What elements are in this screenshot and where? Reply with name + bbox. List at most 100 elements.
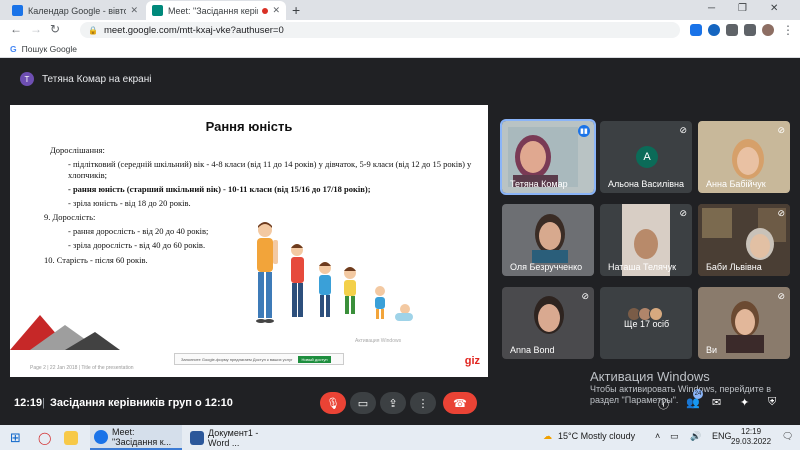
profile-avatar[interactable] bbox=[762, 24, 774, 36]
present-screen-button[interactable]: ⇪ bbox=[380, 392, 406, 414]
activities-icon[interactable]: ✦ bbox=[740, 396, 749, 409]
new-tab-button[interactable]: + bbox=[292, 2, 300, 18]
self-tile[interactable]: ⊘ Ви bbox=[698, 287, 790, 359]
speaking-icon: ▮▮ bbox=[578, 125, 590, 137]
taskbar-app-label: Документ1 - Word ... bbox=[208, 427, 259, 448]
tab-title: Meet: "Засідання керівни... bbox=[168, 5, 258, 16]
word-icon bbox=[190, 430, 204, 445]
chrome-icon bbox=[94, 429, 108, 444]
participant-name: Баби Львівна bbox=[706, 262, 762, 272]
recording-icon bbox=[262, 7, 269, 14]
forward-icon[interactable]: → bbox=[30, 22, 42, 36]
weather-icon: ☁ bbox=[543, 431, 552, 441]
participant-name: Наташа Телячук bbox=[608, 262, 677, 272]
opera-icon[interactable]: ◯ bbox=[38, 425, 51, 450]
mic-off-icon: ⊘ bbox=[679, 125, 687, 135]
participant-name: Анна Бабійчук bbox=[706, 179, 766, 189]
tab-calendar[interactable]: Календар Google - вівторок, 29... ✕ bbox=[6, 1, 144, 20]
browser-tabstrip: Календар Google - вівторок, 29... ✕ Meet… bbox=[0, 0, 800, 20]
participant-tile[interactable]: Оля Безручченко bbox=[502, 204, 594, 276]
participant-tile[interactable]: ⊘ Anna Bond bbox=[502, 287, 594, 359]
slide-line: - підлітковий (середній шкільний) вік - … bbox=[68, 159, 472, 180]
extension-icon[interactable] bbox=[708, 24, 720, 36]
menu-icon[interactable]: ⋮ bbox=[782, 23, 794, 37]
file-explorer-icon[interactable] bbox=[64, 425, 82, 450]
more-options-button[interactable]: ⋮ bbox=[410, 392, 436, 414]
end-call-button[interactable]: ☎ bbox=[443, 392, 477, 414]
bookmarks-bar: G Пошук Google bbox=[0, 40, 800, 58]
reload-icon[interactable]: ↻ bbox=[50, 22, 60, 36]
person-baby bbox=[395, 304, 413, 321]
slide-activation-text: Активация Windows bbox=[355, 338, 402, 344]
participant-tile[interactable]: ⊘ Наташа Телячук bbox=[600, 204, 692, 276]
activation-heading: Активация Windows bbox=[590, 369, 710, 384]
mic-off-icon: ⊘ bbox=[581, 291, 589, 301]
participant-tile[interactable]: ▮▮ Тетяна Комар bbox=[500, 119, 596, 195]
puzzle-icon[interactable] bbox=[726, 24, 738, 36]
host-controls-icon[interactable]: ⛨ bbox=[768, 396, 776, 409]
notifications-icon[interactable]: 🗨 bbox=[782, 431, 793, 442]
slide-line: - рання юність (старший шкільний вік) - … bbox=[68, 184, 371, 194]
person-teen bbox=[291, 244, 304, 317]
network-icon[interactable]: ▭ bbox=[670, 431, 679, 442]
address-bar[interactable]: 🔒 meet.google.com/mtt-kxaj-vke?authuser=… bbox=[80, 22, 680, 38]
sidebar-icon[interactable] bbox=[744, 24, 756, 36]
participant-name: Ви bbox=[706, 345, 718, 355]
person-kid bbox=[344, 267, 356, 314]
close-icon[interactable]: ✕ bbox=[130, 5, 138, 16]
lock-icon: 🔒 bbox=[88, 25, 98, 35]
notice-text: Заполните Google-форму предлагаем Доступ… bbox=[181, 356, 293, 362]
tab-meet[interactable]: Meet: "Засідання керівни... ✕ bbox=[146, 1, 286, 20]
growth-illustration bbox=[256, 222, 331, 323]
taskbar-clock[interactable]: 12:19 29.03.2022 bbox=[731, 427, 771, 447]
presenter-bar: Т Тетяна Комар на екрані bbox=[0, 66, 800, 92]
more-participants-tile[interactable]: Ще 17 осіб bbox=[600, 287, 692, 359]
taskbar-app-word[interactable]: Документ1 - Word ... bbox=[186, 425, 276, 450]
tray-expand-icon[interactable]: ˄ bbox=[655, 431, 660, 441]
windows-taskbar: ⊞ ◯ Meet: "Засідання к... Документ1 - Wo… bbox=[0, 425, 800, 450]
participant-video bbox=[726, 301, 764, 353]
taskbar-app-label: Meet: "Засідання к... bbox=[112, 426, 172, 447]
bookmark-google-search[interactable]: Пошук Google bbox=[22, 44, 77, 54]
close-icon[interactable]: ✕ bbox=[272, 5, 280, 16]
taskbar-time: 12:19 bbox=[741, 427, 762, 436]
participant-tile[interactable]: ⊘ Анна Бабійчук bbox=[698, 121, 790, 193]
participant-tile[interactable]: ⊘ Баби Львівна bbox=[698, 204, 790, 276]
notice-button: Новый доступ bbox=[298, 355, 331, 363]
chat-icon[interactable]: ✉ bbox=[712, 396, 721, 409]
mic-off-icon: ⊘ bbox=[777, 291, 785, 301]
presenter-avatar: Т bbox=[20, 72, 34, 86]
growth-illustration-kids bbox=[344, 267, 413, 321]
back-icon[interactable]: ← bbox=[10, 22, 22, 36]
restore-icon[interactable]: ❐ bbox=[738, 3, 747, 14]
mic-off-button[interactable]: 🎙 bbox=[320, 392, 346, 414]
volume-icon[interactable]: 🔊 bbox=[690, 431, 701, 442]
more-participants-label: Ще 17 осіб bbox=[624, 319, 670, 329]
cast-icon[interactable] bbox=[690, 24, 702, 36]
slide-footer: Page 2 | 22 Jan 2018 | Title of the pres… bbox=[30, 365, 134, 371]
windows-start-icon[interactable]: ⊞ bbox=[10, 425, 21, 450]
participant-name: Anna Bond bbox=[510, 345, 555, 355]
people-count-badge: 24 bbox=[693, 389, 703, 399]
info-icon[interactable]: ⓘ bbox=[658, 396, 669, 412]
google-icon: G bbox=[10, 43, 17, 54]
mic-off-icon: ⊘ bbox=[777, 208, 785, 218]
language-indicator[interactable]: ENG bbox=[712, 431, 732, 441]
calendar-icon bbox=[12, 5, 23, 16]
participant-avatar: А bbox=[636, 146, 658, 168]
slide-line: - зріла юність - від 18 до 20 років. bbox=[68, 198, 191, 208]
giz-logo: giz bbox=[464, 355, 480, 367]
close-window-icon[interactable]: ✕ bbox=[770, 3, 778, 14]
participant-name: Тетяна Комар bbox=[510, 179, 568, 189]
minimize-icon[interactable]: ─ bbox=[708, 3, 715, 14]
url-text: meet.google.com/mtt-kxaj-vke?authuser=0 bbox=[103, 24, 284, 36]
participant-tile[interactable]: А ⊘ Альона Василівна bbox=[600, 121, 692, 193]
camera-button[interactable]: ▭ bbox=[350, 392, 376, 414]
participant-name: Оля Безручченко bbox=[510, 262, 583, 272]
weather-text[interactable]: 15°C Mostly cloudy bbox=[558, 431, 635, 441]
taskbar-app-chrome[interactable]: Meet: "Засідання к... bbox=[90, 425, 182, 450]
presenter-label: Тетяна Комар на екрані bbox=[42, 73, 152, 85]
separator: | bbox=[42, 397, 45, 409]
participant-video bbox=[508, 127, 578, 187]
person-toddler bbox=[375, 286, 385, 319]
